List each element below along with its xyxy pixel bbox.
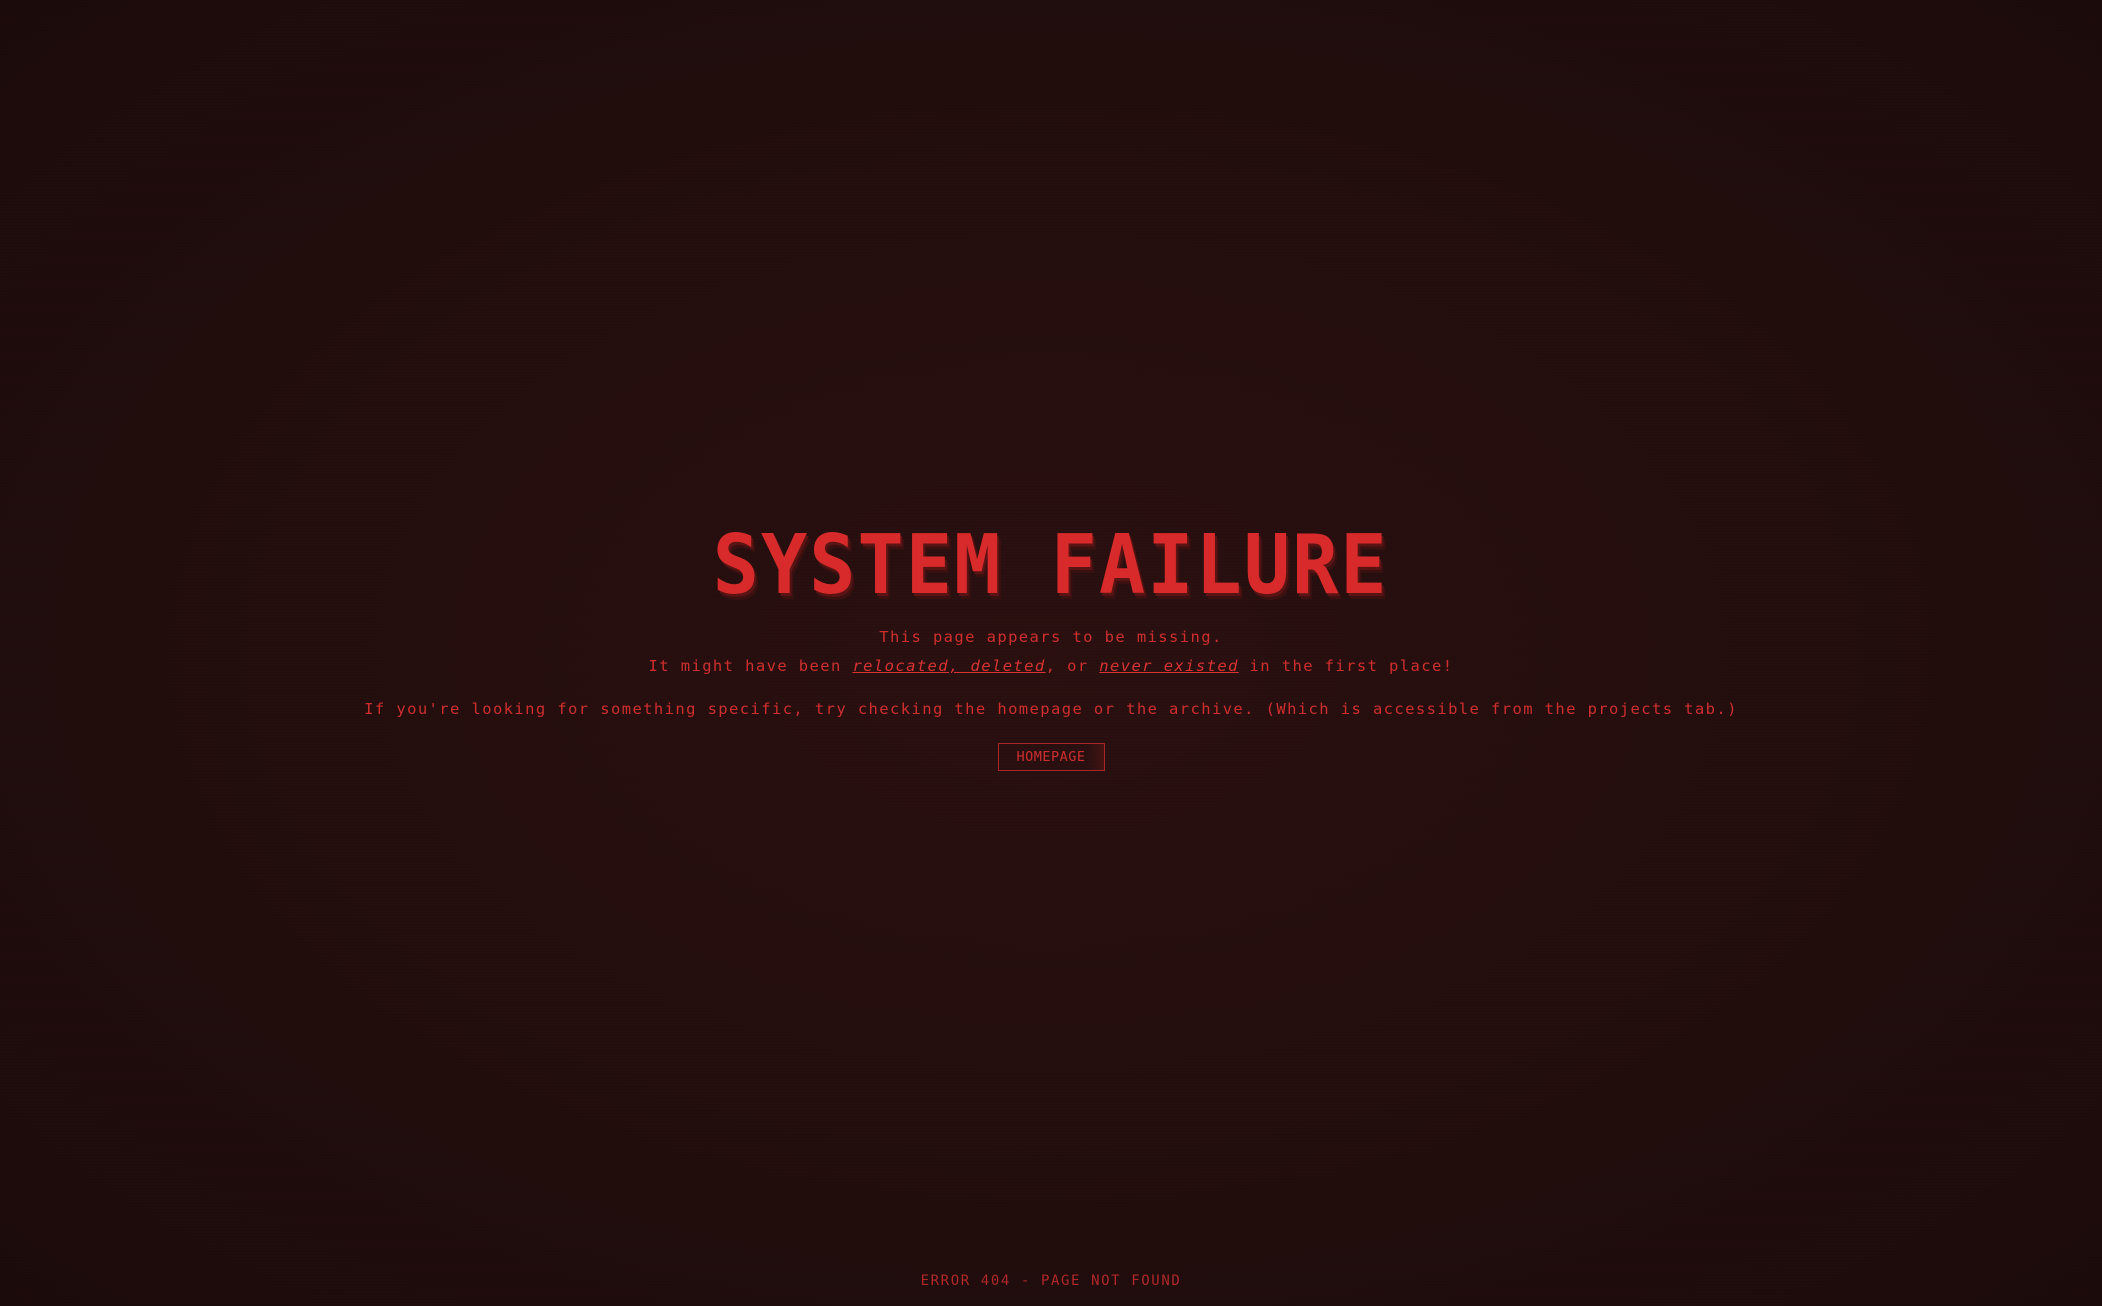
homepage-button[interactable]: HOMEPAGE bbox=[997, 743, 1105, 771]
reason-prefix: It might have been bbox=[648, 657, 853, 675]
reason-message: It might have been relocated, deleted, o… bbox=[0, 657, 2102, 675]
missing-message: This page appears to be missing. bbox=[879, 628, 1223, 646]
relocated-link[interactable]: relocated bbox=[852, 657, 949, 675]
help-message: If you're looking for something specific… bbox=[364, 700, 1738, 718]
reason-separator-2: , or bbox=[1045, 657, 1100, 675]
reason-separator-1: , bbox=[949, 657, 971, 675]
background-texture bbox=[0, 0, 2102, 1306]
deleted-link[interactable]: deleted bbox=[971, 657, 1046, 675]
error-footer: ERROR 404 - PAGE NOT FOUND bbox=[920, 1273, 1182, 1289]
title-text: SYSTEM FAILURE bbox=[712, 518, 1390, 613]
page-title: SYSTEM FAILURE bbox=[0, 518, 2102, 613]
button-container: HOMEPAGE bbox=[0, 743, 2102, 771]
never-existed-link[interactable]: never existed bbox=[1099, 657, 1239, 675]
reason-suffix: in the first place! bbox=[1238, 657, 1454, 675]
